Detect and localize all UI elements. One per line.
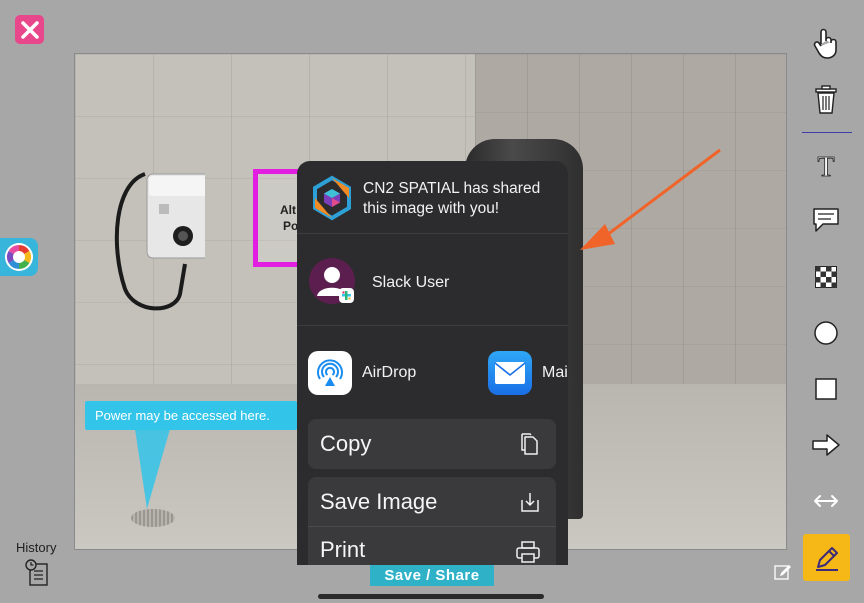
edit-box-icon	[774, 565, 791, 580]
home-indicator	[318, 594, 544, 599]
cn2-spatial-logo	[313, 175, 351, 221]
history-label: History	[16, 540, 57, 555]
blur-tool-button[interactable]	[800, 257, 852, 297]
right-toolbar: T	[800, 0, 864, 603]
mail-icon	[488, 351, 532, 395]
airdrop-icon	[308, 351, 352, 395]
svg-text:T: T	[817, 152, 834, 180]
print-action[interactable]: Print	[308, 527, 556, 565]
pencil-icon	[815, 546, 838, 571]
share-sheet-header: CN2 SPATIAL has shared this image with y…	[297, 161, 568, 234]
close-button[interactable]	[15, 15, 44, 44]
share-contact-row[interactable]: Slack User	[297, 234, 568, 326]
hand-pointer-icon	[813, 28, 837, 59]
speech-bubble-icon	[813, 208, 839, 232]
save-share-button[interactable]: Save / Share	[370, 564, 494, 586]
circle-icon	[814, 321, 838, 345]
arrow-right-icon	[812, 434, 840, 456]
circle-tool-button[interactable]	[800, 313, 852, 353]
edit-canvas-button[interactable]	[774, 562, 792, 585]
arrow-tool-button[interactable]	[800, 425, 852, 465]
delete-tool-button[interactable]	[800, 80, 852, 120]
checkerboard-blur-icon	[815, 266, 837, 288]
measure-tool-button[interactable]	[800, 481, 852, 521]
copy-label: Copy	[320, 431, 372, 456]
mail-app[interactable]: Mail	[488, 350, 568, 396]
mail-label: Mail	[542, 364, 568, 381]
trash-icon	[815, 85, 837, 114]
square-icon	[815, 378, 837, 400]
save-image-label: Save Image	[320, 488, 438, 514]
text-icon: T	[817, 152, 835, 180]
copy-icon	[521, 433, 538, 455]
close-icon	[20, 20, 39, 39]
rectangle-tool-button[interactable]	[800, 369, 852, 409]
history-button[interactable]	[25, 559, 49, 592]
airdrop-app[interactable]: AirDrop	[308, 350, 416, 396]
callout-tool-button[interactable]	[800, 200, 852, 240]
toolbar-divider	[802, 132, 852, 133]
double-arrow-icon	[814, 495, 838, 507]
history-clipboard-icon	[25, 559, 48, 586]
airdrop-label: AirDrop	[362, 364, 417, 381]
print-label: Print	[320, 537, 366, 562]
share-sheet: CN2 SPATIAL has shared this image with y…	[297, 161, 568, 565]
copy-action[interactable]: Copy	[308, 419, 556, 469]
save-image-action[interactable]: Save Image	[308, 477, 556, 527]
contact-name: Slack User	[372, 274, 450, 291]
color-wheel-icon	[5, 243, 33, 271]
avatar	[309, 258, 355, 304]
download-tray-icon	[521, 492, 539, 512]
text-tool-button[interactable]: T	[800, 146, 852, 186]
color-palette-button[interactable]	[0, 238, 38, 276]
draw-tool-button[interactable]	[803, 534, 850, 581]
share-header-text: CN2 SPATIAL has shared this image with y…	[363, 180, 541, 217]
share-apps-row: AirDrop Mail	[297, 326, 568, 416]
printer-icon	[516, 541, 540, 563]
select-tool-button[interactable]	[800, 24, 852, 64]
